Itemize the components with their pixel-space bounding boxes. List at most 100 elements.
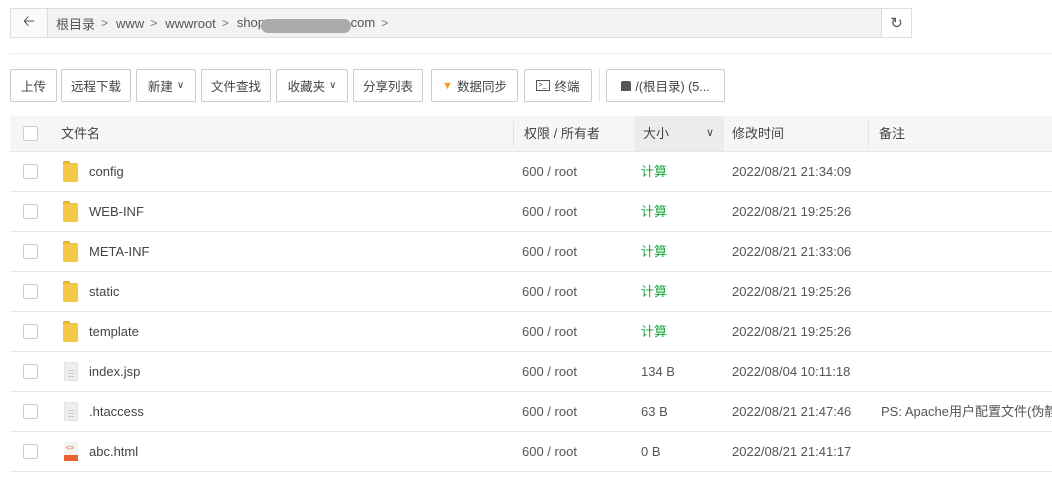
row-checkbox[interactable] [23,284,38,299]
folder-icon [63,281,78,302]
breadcrumb-item[interactable]: wwwroot [165,16,216,31]
breadcrumb-item[interactable]: 根目录 [56,14,95,33]
chevron-right-icon: > [221,16,229,30]
data-sync-button[interactable]: ▼ 数据同步 [431,69,518,102]
row-checkbox[interactable] [23,404,38,419]
file-size[interactable]: 计算 [641,312,667,352]
arrow-left-icon: 🡠 [22,12,36,30]
label: 分享列表 [362,80,413,94]
file-size[interactable]: 计算 [641,152,667,192]
modified-time: 2022/08/21 19:25:26 [732,204,852,219]
table-row[interactable]: <> abc.html 600 / root 0 B 2022/08/21 21:41:… [10,432,1052,472]
file-name[interactable]: META-INF [89,232,149,272]
permission[interactable]: 600 / root [522,232,577,272]
remote-download-button[interactable]: 远程下载 [61,69,131,102]
table-row[interactable]: static 600 / root 计算 2022/08/21 19:25:26 [10,272,1052,312]
refresh-icon: ↻ [890,15,903,32]
new-dropdown-button[interactable]: 新建 ∨ [136,69,196,102]
chevron-right-icon: > [150,16,158,30]
label: 文件查找 [210,80,261,94]
note[interactable]: PS: Apache用户配置文件(伪静态) [881,392,1052,432]
file-size: 134 B [641,364,675,379]
path-bar: 🡠 根目录 > www > wwwroot > shop .com > ↻ [10,8,912,38]
label: 数据同步 [456,80,507,94]
modified-time: 2022/08/21 21:41:17 [732,444,852,459]
header-note[interactable]: 备注 [868,121,905,146]
permission[interactable]: 600 / root [522,352,577,392]
breadcrumb-item-site[interactable]: shop .com [237,15,375,33]
row-checkbox[interactable] [23,204,38,219]
modified-time: 2022/08/21 21:33:06 [732,244,852,259]
table-row[interactable]: template 600 / root 计算 2022/08/21 19:25:26 [10,312,1052,352]
folder-icon [63,161,78,182]
favorites-dropdown-button[interactable]: 收藏夹 ∨ [276,69,348,102]
label: 上传 [20,80,46,94]
permission[interactable]: 600 / root [522,432,577,472]
redaction-blur [261,18,352,33]
permission[interactable]: 600 / root [522,192,577,232]
file-name[interactable]: .htaccess [89,392,144,432]
share-list-button[interactable]: 分享列表 [353,69,423,102]
file-size[interactable]: 计算 [641,272,667,312]
chevron-right-icon: > [101,16,109,30]
file-name[interactable]: template [89,312,139,352]
file-icon [64,362,78,381]
file-name[interactable]: abc.html [89,432,138,472]
modified-time: 2022/08/21 21:34:09 [732,164,852,179]
header-size[interactable]: 大小 ∨ [634,116,724,151]
breadcrumb: 根目录 > www > wwwroot > shop .com > [48,14,881,33]
html-file-icon: <> [64,442,78,461]
breadcrumb-item[interactable]: www [116,16,144,31]
modified-time: 2022/08/04 10:11:18 [732,364,851,379]
label: 收藏夹 [287,80,326,94]
file-size: 0 B [641,444,661,459]
modified-time: 2022/08/21 19:25:26 [732,324,852,339]
file-size[interactable]: 计算 [641,192,667,232]
file-name[interactable]: index.jsp [89,352,140,392]
table-row[interactable]: WEB-INF 600 / root 计算 2022/08/21 19:25:26 [10,192,1052,232]
row-checkbox[interactable] [23,444,38,459]
table-row[interactable]: META-INF 600 / root 计算 2022/08/21 21:33:06 [10,232,1052,272]
table-row[interactable]: config 600 / root 计算 2022/08/21 21:34:09 [10,152,1052,192]
file-name[interactable]: static [89,272,119,312]
folder-icon [63,201,78,222]
find-file-button[interactable]: 文件查找 [201,69,271,102]
file-icon [64,402,78,421]
folder-icon [63,241,78,262]
file-name[interactable]: WEB-INF [89,192,144,232]
back-button[interactable]: 🡠 [11,9,48,37]
permission[interactable]: 600 / root [522,272,577,312]
header-mtime[interactable]: 修改时间 [732,116,784,151]
permission[interactable]: 600 / root [522,152,577,192]
permission[interactable]: 600 / root [522,312,577,352]
table-header: 文件名 权限 / 所有者 大小 ∨ 修改时间 备注 [10,116,1052,152]
upload-button[interactable]: 上传 [10,69,57,102]
row-checkbox[interactable] [23,324,38,339]
modified-time: 2022/08/21 21:47:46 [732,404,852,419]
file-size[interactable]: 计算 [641,232,667,272]
folder-icon [63,321,78,342]
header-name[interactable]: 文件名 [61,116,100,151]
file-size: 63 B [641,404,668,419]
header-perm[interactable]: 权限 / 所有者 [513,121,600,146]
file-name[interactable]: config [89,152,124,192]
chevron-down-icon: ∨ [705,127,714,139]
row-checkbox[interactable] [23,244,38,259]
refresh-button[interactable]: ↻ [881,9,911,37]
row-checkbox[interactable] [23,364,38,379]
chevron-down-icon: ∨ [329,80,337,91]
disk-button[interactable]: /(根目录) (5... [606,69,725,102]
label: 终端 [554,80,580,94]
divider [599,69,600,102]
permission[interactable]: 600 / root [522,392,577,432]
table-row[interactable]: index.jsp 600 / root 134 B 2022/08/04 10:11… [10,352,1052,392]
divider [10,53,1052,54]
row-checkbox[interactable] [23,164,38,179]
label: 大小 [643,126,670,141]
table-row[interactable]: .htaccess 600 / root 63 B 2022/08/21 21:47:… [10,392,1052,432]
select-all-checkbox[interactable] [23,126,38,141]
label: 远程下载 [70,80,121,94]
diamond-icon: ▼ [442,79,453,92]
disk-icon [621,80,632,91]
terminal-button[interactable]: >_ 终端 [524,69,592,102]
